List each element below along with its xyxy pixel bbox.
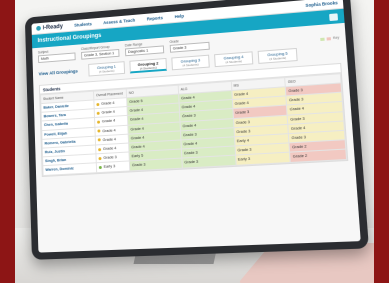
- date-select[interactable]: Diagnostic 1: [124, 45, 165, 57]
- placement-dot-icon: [97, 138, 101, 142]
- nav-students[interactable]: Students: [74, 21, 92, 27]
- domain-placement-cell: Grade 3: [181, 155, 236, 168]
- domain-placement-cell: Early 3: [235, 152, 291, 165]
- monitor: i-Ready Students Assess & Teach Reports …: [24, 0, 369, 260]
- tab-grouping-3[interactable]: Grouping 3 (4 Students): [171, 54, 210, 71]
- print-icon[interactable]: [329, 12, 338, 21]
- grade-filter: Grade Grade 3: [169, 37, 210, 53]
- placement-dot-icon: [98, 156, 102, 160]
- view-all-groupings-link[interactable]: View All Groupings: [39, 68, 84, 77]
- class-select[interactable]: Grade 3, Section 1: [81, 48, 120, 60]
- class-filter: Class/Report Group Grade 3, Section 1: [81, 44, 120, 60]
- placement-dot-icon: [97, 129, 101, 133]
- grade-select[interactable]: Grade 3: [169, 41, 210, 53]
- overall-placement-cell: Early 3: [96, 161, 130, 173]
- logo-icon: [36, 25, 41, 31]
- tab-grouping-1[interactable]: Grouping 1 (4 Students): [88, 61, 126, 77]
- legend-key: Key: [320, 35, 339, 41]
- students-panel: Students Student Name Overall Placement NO…: [38, 62, 349, 177]
- nav-help[interactable]: Help: [175, 13, 185, 19]
- legend-swatch-green: [320, 37, 325, 41]
- tab-grouping-5[interactable]: Grouping 5 (4 Students): [257, 47, 298, 64]
- placement-dot-icon: [98, 147, 102, 151]
- nav-reports[interactable]: Reports: [147, 15, 163, 21]
- domain-placement-cell: Grade 3: [129, 158, 183, 171]
- placement-dot-icon: [97, 120, 101, 124]
- nav-assess-teach[interactable]: Assess & Teach: [103, 18, 135, 26]
- photo-background: i-Ready Students Assess & Teach Reports …: [15, 0, 374, 283]
- subject-filter: Subject Math: [38, 48, 76, 64]
- domain-placement-cell: Grade 2: [289, 149, 347, 162]
- user-menu[interactable]: Sophia Brooks: [305, 0, 338, 8]
- placement-dot-icon: [96, 102, 100, 106]
- app-screen: i-Ready Students Assess & Teach Reports …: [31, 0, 361, 253]
- legend-swatch-red: [326, 36, 332, 41]
- placement-dot-icon: [96, 111, 100, 115]
- tab-grouping-4[interactable]: Grouping 4 (4 Students): [214, 51, 254, 68]
- date-filter: Date Range Diagnostic 1: [124, 41, 165, 57]
- iready-logo[interactable]: i-Ready: [36, 23, 63, 31]
- placement-dot-icon: [98, 165, 102, 169]
- tab-grouping-2[interactable]: Grouping 2 (4 Students): [129, 57, 168, 74]
- student-name-link[interactable]: Warren, Dominic: [42, 163, 97, 176]
- subject-select[interactable]: Math: [38, 52, 76, 64]
